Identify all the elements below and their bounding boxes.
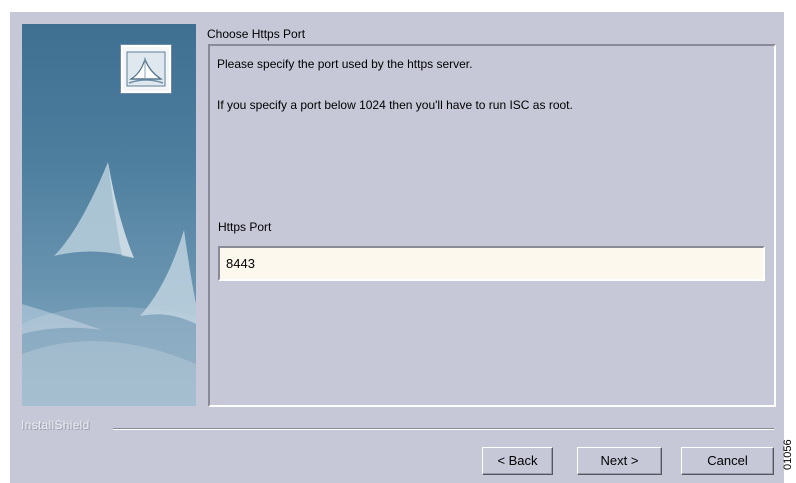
figure-code-text: 01056 — [782, 439, 794, 470]
https-port-label: Https Port — [218, 220, 272, 234]
installer-dialog: Choose Https Port Please specify the por… — [10, 12, 784, 483]
cancel-button[interactable]: Cancel — [681, 447, 774, 475]
figure-code: 01056 — [782, 430, 796, 483]
description-line-2: If you specify a port below 1024 then yo… — [217, 98, 573, 112]
footer-divider — [113, 428, 774, 430]
back-button[interactable]: < Back — [482, 447, 553, 475]
next-button[interactable]: Next > — [577, 447, 662, 475]
https-port-input[interactable] — [218, 246, 765, 281]
installer-logo-icon — [121, 45, 171, 93]
side-banner — [22, 24, 196, 406]
installshield-brand: InstallShield — [21, 418, 90, 432]
content-panel: Please specify the port used by the http… — [208, 44, 776, 407]
step-title: Choose Https Port — [207, 27, 306, 41]
description-line-1: Please specify the port used by the http… — [217, 57, 473, 71]
